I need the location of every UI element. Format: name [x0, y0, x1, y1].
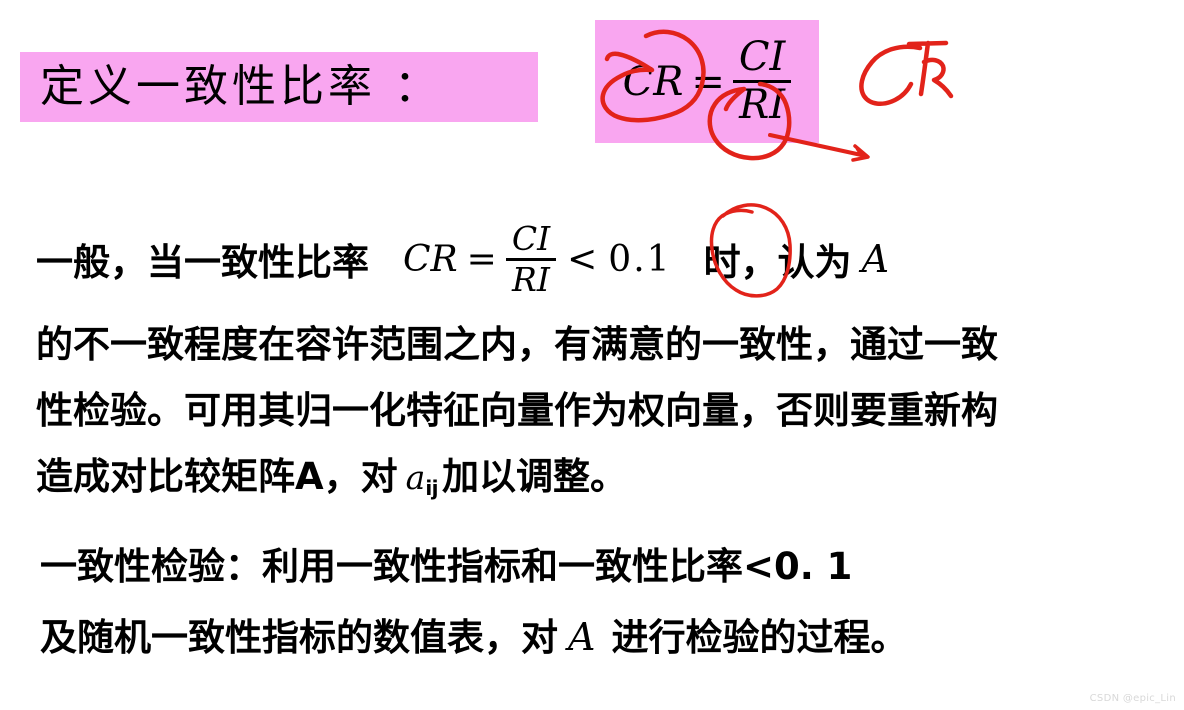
arrow-head-tick: [855, 147, 865, 160]
inline-formula-equals: =: [466, 238, 497, 280]
formula-denominator: RI: [739, 82, 786, 128]
conclusion-line-2-before: 及随机一致性指标的数值表，对: [40, 615, 558, 659]
inline-formula-numerator: CI: [511, 219, 551, 258]
csdn-watermark: CSDN @epic_Lin: [1089, 693, 1176, 704]
general-statement-line: 一般，当一致性比率 CR = CI RI < 0.1 时，认为 A: [36, 222, 905, 296]
a-ij-base: a: [405, 458, 426, 497]
inline-formula: CR = CI RI < 0.1: [403, 222, 672, 296]
page-title: 定义一致性比率 ：: [40, 61, 442, 112]
general-prefix-text: 一般，当一致性比率: [36, 241, 369, 285]
less-than-operator: <: [567, 238, 598, 280]
paragraph-line-3-after: 加以调整。: [442, 455, 628, 498]
paragraph-line-3-before: 造成对比较矩阵A，对: [36, 455, 398, 498]
conclusion-line-1: 一致性检验：利用一致性指标和一致性比率<0. 1: [40, 545, 853, 588]
matrix-symbol-a: A: [861, 237, 890, 282]
arrow-head: [851, 144, 870, 162]
conclusion-line-2-after: 进行检验的过程。: [611, 615, 908, 659]
inline-formula-fraction: CI RI: [505, 219, 557, 299]
a-ij-symbol: aij: [405, 458, 439, 500]
definition-formula: CR = CI RI: [595, 20, 819, 143]
threshold-value: 0.1: [608, 238, 672, 280]
formula-fraction: CI RI: [732, 34, 792, 128]
formula-lhs: CR: [622, 58, 684, 105]
inline-formula-lhs: CR: [403, 238, 458, 280]
slide-canvas: 定义一致性比率 ： CR = CI RI 一般，当一致性比率 CR = CI R…: [0, 0, 1184, 710]
general-suffix-text: 时，认为: [703, 241, 852, 285]
formula-equals: =: [691, 58, 725, 105]
formula-numerator: CI: [738, 34, 786, 81]
title-highlight-box: 定义一致性比率 ：: [20, 52, 538, 122]
handwritten-c-glyph: [859, 44, 923, 106]
handwritten-r-glyph: [906, 40, 954, 99]
paragraph-line-1: 的不一致程度在容许范围之内，有满意的一致性，通过一致: [36, 323, 998, 366]
matrix-symbol-a-2: A: [568, 615, 596, 659]
paragraph-line-2: 性检验。可用其归一化特征向量作为权向量，否则要重新构: [36, 389, 998, 432]
paragraph-line-3: 造成对比较矩阵A，对 aij 加以调整。: [36, 458, 627, 498]
a-ij-subscript: ij: [425, 476, 439, 500]
inline-formula-denominator: RI: [512, 259, 550, 299]
conclusion-line-2: 及随机一致性指标的数值表，对 A 进行检验的过程。: [40, 618, 907, 656]
